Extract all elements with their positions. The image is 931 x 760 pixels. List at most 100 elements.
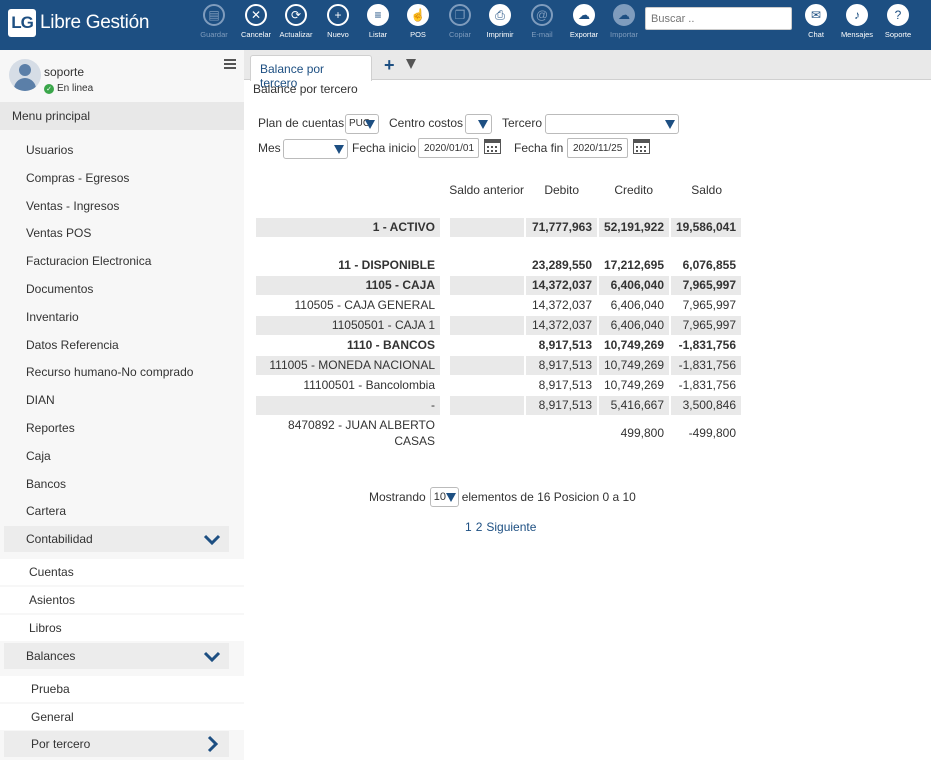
table-cell-saldo-anterior	[450, 376, 524, 395]
imprimir-button[interactable]: ⎙ Imprimir	[478, 4, 522, 39]
table-cell-saldo: 7,965,997	[682, 298, 736, 312]
table-cell-saldo: 7,965,997	[671, 276, 741, 295]
page-title: Balance por tercero	[253, 82, 358, 96]
toolbar-label: Actualizar	[279, 30, 313, 39]
table-cell-saldo-anterior	[450, 296, 524, 315]
toolbar-label: Chat	[808, 30, 824, 39]
table-cell-cuenta: -	[256, 396, 440, 415]
logo-mark: LG	[8, 9, 36, 37]
table-cell-debito: 8,917,513	[538, 378, 592, 392]
sidebar-item-cartera[interactable]: Cartera	[0, 498, 244, 524]
table-cell-saldo: -499,800	[688, 426, 736, 440]
table-cell-cuenta: 111005 - MONEDA NACIONAL	[256, 356, 440, 375]
tab-dropdown-icon[interactable]	[406, 59, 416, 69]
table-cell-credito: 10,749,269	[603, 338, 664, 352]
tab-balance-por-tercero[interactable]: Balance por tercero	[250, 55, 372, 90]
header-saldo: Saldo	[691, 183, 722, 197]
table-cell-saldo-anterior	[450, 356, 524, 375]
sidebar-item-compras-egresos[interactable]: Compras - Egresos	[0, 165, 244, 191]
guardar-button[interactable]: ▤ Guardar	[192, 4, 236, 39]
calendar-icon[interactable]	[484, 139, 501, 154]
sidebar-item-dian[interactable]: DIAN	[0, 387, 244, 413]
soporte-button[interactable]: ? Soporte	[876, 4, 920, 39]
nuevo-button[interactable]: + Nuevo	[316, 4, 360, 39]
page-size-value: 10	[433, 491, 446, 503]
page-link-1[interactable]: 1	[465, 520, 472, 534]
table-cell-credito: 10,749,269	[599, 356, 669, 375]
avatar	[9, 59, 41, 91]
centro-costos-label: Centro costos	[389, 116, 464, 130]
pager: Mostrando 10 elementos de 16 Posicion 0 …	[369, 487, 636, 507]
chat-button[interactable]: ✉ Chat	[794, 4, 838, 39]
tercero-select[interactable]	[545, 114, 679, 134]
toolbar-label: Cancelar	[240, 30, 271, 39]
sidebar-item-facturacion-electronica[interactable]: Facturacion Electronica	[0, 248, 244, 274]
pager-suffix: elementos de 16 Posicion 0 a 10	[461, 490, 636, 504]
sidebar-item-label: Prueba	[31, 682, 70, 696]
toolbar-label: Soporte	[884, 30, 912, 39]
calendar-icon[interactable]	[633, 139, 650, 154]
table-cell-saldo: -1,831,756	[678, 378, 736, 392]
sidebar-item-ventas-ingresos[interactable]: Ventas - Ingresos	[0, 193, 244, 219]
sidebar-item-bancos[interactable]: Bancos	[0, 471, 244, 497]
sidebar-item-label: General	[31, 709, 74, 724]
next-page-link[interactable]: Siguiente	[486, 520, 536, 534]
sidebar-item-ventas-pos[interactable]: Ventas POS	[0, 220, 244, 246]
search-input[interactable]	[645, 7, 792, 30]
sidebar: soporte ✓ En linea Menu principal Usuari…	[0, 50, 244, 760]
sidebar-item-datos-referencia[interactable]: Datos Referencia	[0, 332, 244, 358]
mes-label: Mes	[258, 141, 281, 155]
table-cell-cuenta: 8470892 - JUAN ALBERTO CASAS	[288, 418, 435, 448]
importar-button[interactable]: ☁ Importar	[602, 4, 646, 39]
table-cell-saldo-anterior	[450, 276, 524, 295]
sidebar-item-documentos[interactable]: Documentos	[0, 276, 244, 302]
sidebar-item-reportes[interactable]: Reportes	[0, 415, 244, 441]
table-cell-credito: 6,406,040	[599, 316, 669, 335]
sidebar-subitem-prueba[interactable]: Prueba	[0, 676, 244, 702]
toolbar-label: Guardar	[200, 30, 228, 39]
fecha-inicio-input[interactable]: 2020/01/01	[418, 138, 479, 158]
chat-icon: ✉	[805, 4, 827, 26]
sidebar-subitem-libros[interactable]: Libros	[0, 615, 244, 641]
add-tab-icon[interactable]: +	[384, 55, 395, 76]
chevron-down-icon	[665, 120, 675, 129]
pos-button[interactable]: ☝ POS	[396, 4, 440, 39]
listar-button[interactable]: ≡ Listar	[356, 4, 400, 39]
mensajes-button[interactable]: ♪ Mensajes	[835, 4, 879, 39]
cancelar-button[interactable]: ✕ Cancelar	[234, 4, 278, 39]
sidebar-subitem-general[interactable]: General	[0, 703, 244, 730]
centro-costos-select[interactable]	[465, 114, 492, 134]
page-link-2[interactable]: 2	[476, 520, 483, 534]
sidebar-item-recurso-humano-no-comprado[interactable]: Recurso humano-No comprado	[0, 359, 244, 385]
sidebar-item-balances[interactable]: Balances	[4, 643, 229, 669]
sidebar-subitem-asientos[interactable]: Asientos	[0, 587, 244, 613]
bell-icon: ♪	[846, 4, 868, 26]
fecha-fin-input[interactable]: 2020/11/25	[567, 138, 628, 158]
app-logo[interactable]: LG Libre Gestión	[8, 9, 149, 37]
page-size-select[interactable]: 10	[429, 487, 459, 507]
table-cell-cuenta: 1105 - CAJA	[256, 276, 440, 295]
table-cell-credito: 10,749,269	[603, 378, 664, 392]
copiar-button[interactable]: ❐ Copiar	[438, 4, 482, 39]
pager-prefix: Mostrando	[369, 490, 426, 504]
sidebar-item-caja[interactable]: Caja	[0, 443, 244, 469]
actualizar-button[interactable]: ⟳ Actualizar	[274, 4, 318, 39]
hamburger-menu-icon[interactable]	[224, 59, 236, 71]
plan-cuentas-select[interactable]: PUC	[345, 114, 379, 134]
help-icon: ?	[887, 4, 909, 26]
e-mail-button[interactable]: @ E-mail	[520, 4, 564, 39]
sidebar-item-usuarios[interactable]: Usuarios	[0, 137, 244, 163]
sidebar-item-label: Balances	[26, 649, 76, 663]
sidebar-subitem-por-tercero[interactable]: Por tercero	[4, 731, 229, 757]
table-cell-debito: 8,917,513	[526, 396, 597, 415]
sidebar-subitem-cuentas[interactable]: Cuentas	[0, 559, 244, 585]
chevron-down-icon	[334, 145, 344, 154]
table-cell-cuenta: 110505 - CAJA GENERAL	[294, 298, 435, 312]
mes-select[interactable]	[283, 139, 348, 159]
table-cell-saldo-anterior	[450, 336, 524, 355]
user-name: soporte	[44, 65, 85, 79]
sidebar-item-inventario[interactable]: Inventario	[0, 304, 244, 330]
sidebar-item-contabilidad[interactable]: Contabilidad	[4, 526, 229, 552]
exportar-button[interactable]: ☁ Exportar	[562, 4, 606, 39]
menu-principal-header: Menu principal	[0, 102, 244, 130]
